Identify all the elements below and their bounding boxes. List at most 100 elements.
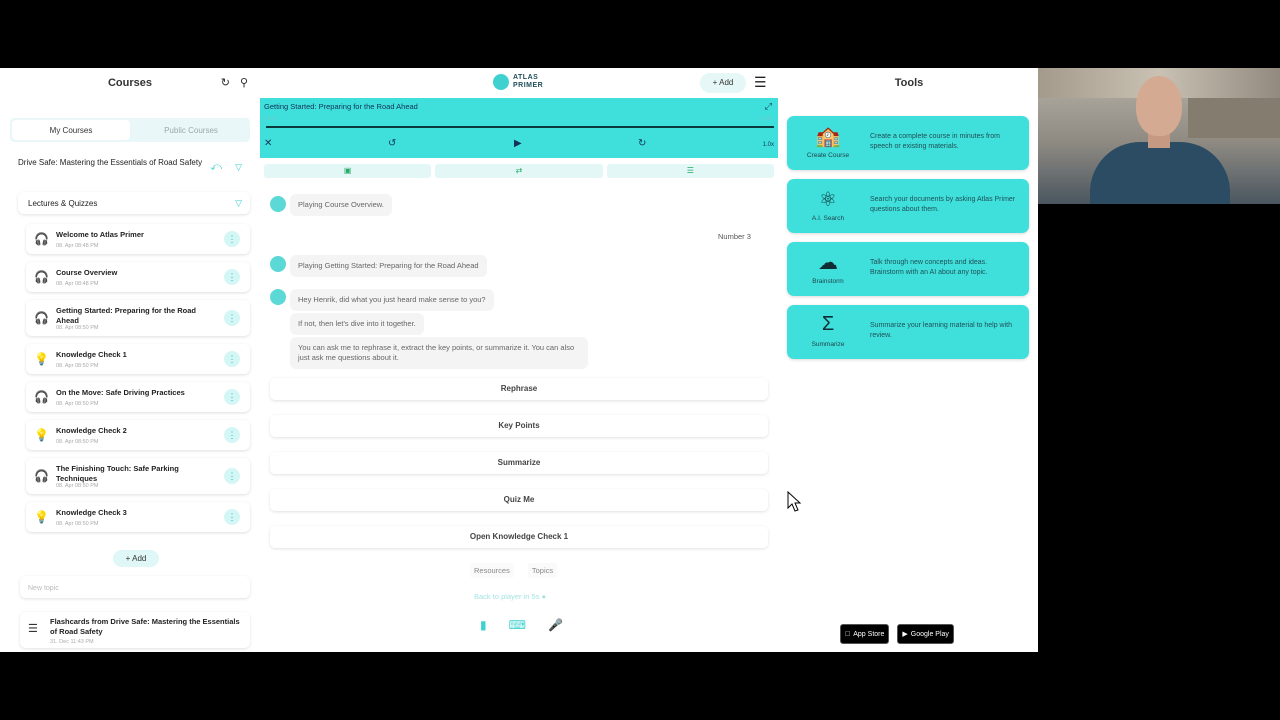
more-options-icon[interactable]: ⋮ [224,427,240,443]
chevron-down-icon[interactable]: ▽ [235,162,242,173]
courses-panel: Courses ↻ ⚲ My Courses Public Courses Dr… [0,68,260,652]
key-points-button[interactable]: Key Points [270,415,768,437]
add-button[interactable]: + Add [700,73,746,93]
time-start: 00:00 [264,116,277,122]
expand-icon[interactable]: ⤢ [765,101,772,112]
lecture-title: Knowledge Check 1 [56,350,127,359]
lecture-date: 08. Apr 08:50 PM [56,483,99,489]
course-selector[interactable]: Drive Safe: Mastering the Essentials of … [10,154,250,184]
lecture-title: Knowledge Check 3 [56,508,127,517]
forward-icon[interactable]: ↻ [638,138,646,149]
bottom-tabs: Resources Topics [470,563,558,578]
more-options-icon[interactable]: ⋮ [224,468,240,484]
player-title: Getting Started: Preparing for the Road … [264,102,418,111]
lecture-item[interactable]: 🎧 The Finishing Touch: Safe Parking Techn… [26,458,250,494]
sigma-icon: Σ [821,313,835,335]
more-options-icon[interactable]: ⋮ [224,269,240,285]
add-topic-button[interactable]: + Add [113,550,159,567]
lecture-date: 08. Apr 08:50 PM [56,363,99,369]
lecture-item[interactable]: 🎧 Course Overview 08. Apr 08:48 PM ⋮ [26,262,250,292]
headphones-icon: 🎧 [34,390,49,404]
create-course-tool[interactable]: 🏫 Create Course Create a complete course… [787,116,1029,170]
more-options-icon[interactable]: ⋮ [224,509,240,525]
course-title: Drive Safe: Mastering the Essentials of … [18,158,203,167]
close-icon[interactable]: ✕ [264,138,272,149]
assistant-avatar-icon [270,289,286,305]
quiz-me-button[interactable]: Quiz Me [270,489,768,511]
assistant-avatar-icon [270,196,286,212]
lecture-item[interactable]: 💡 Knowledge Check 1 08. Apr 08:50 PM ⋮ [26,344,250,374]
lecture-date: 08. Apr 08:48 PM [56,281,99,287]
apple-icon:  [845,631,850,638]
play-icon[interactable]: ▶ [514,138,522,149]
lecture-item[interactable]: 💡 Knowledge Check 2 08. Apr 08:50 PM ⋮ [26,420,250,450]
lecture-title: Course Overview [56,268,118,277]
section-dropdown[interactable]: Lectures & Quizzes ▽ [18,192,250,214]
speed-label[interactable]: 1.0x [763,142,774,148]
more-options-icon[interactable]: ⋮ [224,310,240,326]
refresh-icon[interactable]: ↻ [221,76,230,89]
more-options-icon[interactable]: ⋮ [224,389,240,405]
keyboard-icon[interactable]: ⌨ [509,618,526,632]
hamburger-menu-icon[interactable]: ☰ [754,74,767,91]
search-icon[interactable]: ⚲ [240,76,248,89]
summarize-tool[interactable]: Σ Summarize Summarize your learning mate… [787,305,1029,359]
lecture-date: 08. Apr 08:50 PM [56,521,99,527]
rewind-icon[interactable]: ↺ [388,138,396,149]
tab-loop[interactable]: ⇄ [435,164,603,178]
courses-header: Courses ↻ ⚲ [0,68,260,98]
flashcards-item[interactable]: ☰ Flashcards from Drive Safe: Mastering … [20,612,250,648]
rephrase-button[interactable]: Rephrase [270,378,768,400]
lightbulb-icon: 💡 [34,510,49,524]
lecture-title: Getting Started: Preparing for the Road … [56,306,197,325]
lecture-date: 08. Apr 08:50 PM [56,325,99,331]
tab-my-courses[interactable]: My Courses [12,120,130,140]
app-store-badge[interactable]: App Store [840,624,890,644]
lecture-item[interactable]: 🎧 Welcome to Atlas Primer 08. Apr 08:48 PM… [26,224,250,254]
new-topic-input[interactable]: New topic [20,576,250,598]
time-end: 00:00 [759,116,772,122]
user-message: Number 3 [718,232,751,241]
lecture-item[interactable]: 🎧 Getting Started: Preparing for the Road… [26,300,250,336]
player-tabs: ▣ ⇄ ☰ [264,164,774,178]
message: You can ask me to rephrase it, extract t… [290,337,588,369]
message: Playing Course Overview. [290,194,392,216]
chevron-down-icon: ▽ [235,198,242,208]
tab-transcript[interactable]: ▣ [264,164,432,178]
progress-bar[interactable] [266,126,774,128]
tools-title: Tools [894,77,924,89]
course-tabs: My Courses Public Courses [10,118,250,142]
more-options-icon[interactable]: ⋮ [224,351,240,367]
headphones-icon: 🎧 [34,311,49,325]
google-play-badge[interactable]: ▶ Google Play [897,624,954,644]
summarize-button[interactable]: Summarize [270,452,768,474]
lecture-date: 08. Apr 08:50 PM [56,439,99,445]
microphone-icon[interactable]: 🎤 [548,618,563,632]
tab-layers[interactable]: ☰ [606,164,774,178]
lecture-title: On the Move: Safe Driving Practices [56,388,185,397]
back-to-player-link[interactable]: Back to player in 5s ● [474,592,546,601]
share-icon[interactable]: ⤺ [210,161,222,174]
more-options-icon[interactable]: ⋮ [224,231,240,247]
lecture-item[interactable]: 🎧 On the Move: Safe Driving Practices 08. … [26,382,250,412]
input-tools: ▮ ⌨ 🎤 [480,618,563,632]
lightning-cloud-icon: ☁ [818,252,838,274]
brainstorm-tool[interactable]: ☁ Brainstorm Talk through new concepts a… [787,242,1029,296]
voice-icon[interactable]: ▮ [480,618,487,632]
headphones-icon: 🎧 [34,469,49,483]
flashcards-title: Flashcards from Drive Safe: Mastering th… [50,617,240,636]
logo-mark-icon [493,74,509,90]
lecture-title: Welcome to Atlas Primer [56,230,144,239]
open-knowledge-check-button[interactable]: Open Knowledge Check 1 [270,526,768,548]
lecture-item[interactable]: 💡 Knowledge Check 3 08. Apr 08:50 PM ⋮ [26,502,250,532]
tab-topics[interactable]: Topics [527,563,558,578]
lightbulb-icon: 💡 [34,352,49,366]
tools-panel: Tools 🏫 Create Course Create a complete … [780,68,1038,652]
tab-resources[interactable]: Resources [470,563,514,578]
chat-panel: ATLAS PRIMER + Add ☰ Getting Started: Pre… [260,68,780,652]
ai-search-tool[interactable]: ⚛ A.I. Search Search your documents by a… [787,179,1029,233]
lecture-title: The Finishing Touch: Safe Parking Techni… [56,464,179,483]
play-store-icon: ▶ [897,631,907,638]
assistant-avatar-icon [270,256,286,272]
tab-public-courses[interactable]: Public Courses [132,118,250,142]
